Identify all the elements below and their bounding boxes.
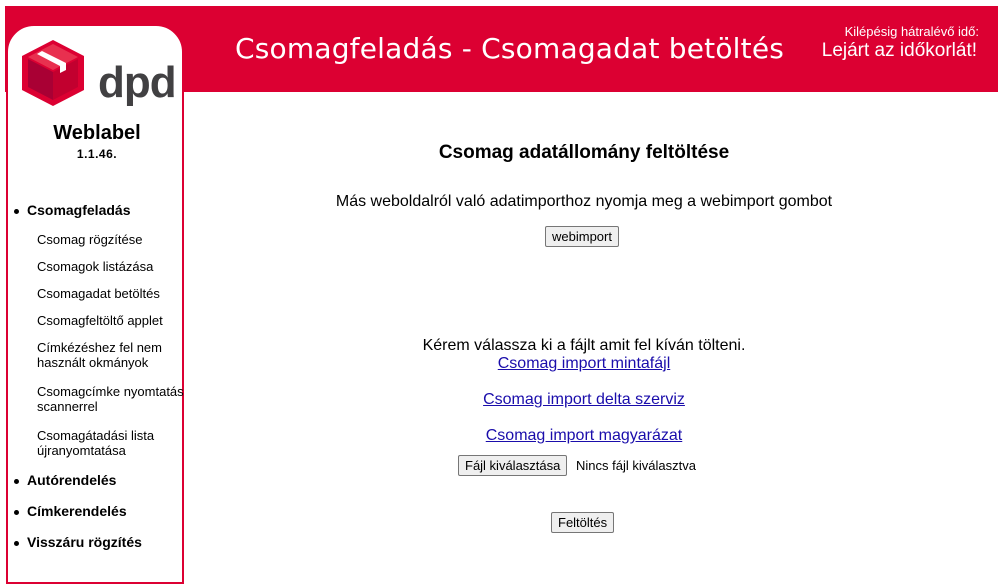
no-file-selected-text: Nincs fájl kiválasztva <box>576 458 696 473</box>
nav-item-cimkerendeles[interactable]: Címkerendelés <box>14 503 127 519</box>
choose-file-instruction: Kérem válassza ki a fájlt amit fel kíván… <box>422 337 746 354</box>
nav-subitem-okmanyok[interactable]: Címkézéshez fel nem használt okmányok <box>37 340 187 370</box>
nav-item-csomagfeladas[interactable]: Csomagfeladás <box>13 202 130 218</box>
nav-item-visszaru-rogzites[interactable]: Visszáru rögzítés <box>14 534 142 550</box>
page-title: Csomagfeladás - Csomagadat betöltés <box>235 32 785 65</box>
dpd-cube-icon <box>22 40 84 106</box>
explanation-link-text[interactable]: Csomag import magyarázat <box>486 427 683 444</box>
logo-wordmark: dpd <box>98 58 177 107</box>
sidebar: dpd Weblabel 1.1.46. Csomagfeladás Csoma… <box>6 24 184 584</box>
nav-item-autorendeles[interactable]: Autórendelés <box>13 472 116 488</box>
nav-subitem-csomagadat-betoltes[interactable]: Csomagadat betöltés <box>37 286 187 301</box>
delta-service-link: Csomag import delta szerviz <box>190 391 978 409</box>
dpd-logo[interactable]: dpd <box>22 40 177 110</box>
webimport-hint: Más weboldalról való adatimporthoz nyomj… <box>335 193 833 210</box>
session-timer-value: Lejárt az időkorlát! <box>821 40 977 61</box>
choose-file-button[interactable]: Fájl kiválasztása <box>458 455 568 476</box>
delta-service-link-text[interactable]: Csomag import delta szerviz <box>483 391 685 408</box>
nav-subitem-csomagfeltolto-applet[interactable]: Csomagfeltöltő applet <box>37 313 187 328</box>
nav-subitem-csomag-rogzitese[interactable]: Csomag rögzítése <box>37 232 187 247</box>
webimport-button[interactable]: webimport <box>545 226 619 247</box>
upload-heading: Csomag adatállomány feltöltése <box>438 142 730 163</box>
session-timer-label: Kilépésig hátralévő idő: <box>844 24 979 39</box>
nav-subitem-atadasi-lista[interactable]: Csomagátadási lista újranyomtatása <box>37 428 187 458</box>
app-name: Weblabel <box>53 122 141 144</box>
nav-subitem-csomagok-listazasa[interactable]: Csomagok listázása <box>37 259 187 274</box>
app-version: 1.1.46. <box>76 147 118 161</box>
sample-file-link-text[interactable]: Csomag import mintafájl <box>498 355 671 372</box>
nav-subitem-scanner-nyomtatas[interactable]: Csomagcímke nyomtatás scannerrel <box>37 384 187 414</box>
upload-button[interactable]: Feltöltés <box>551 512 615 533</box>
sample-file-link: Csomag import mintafájl <box>190 355 978 373</box>
explanation-link: Csomag import magyarázat <box>190 427 978 445</box>
